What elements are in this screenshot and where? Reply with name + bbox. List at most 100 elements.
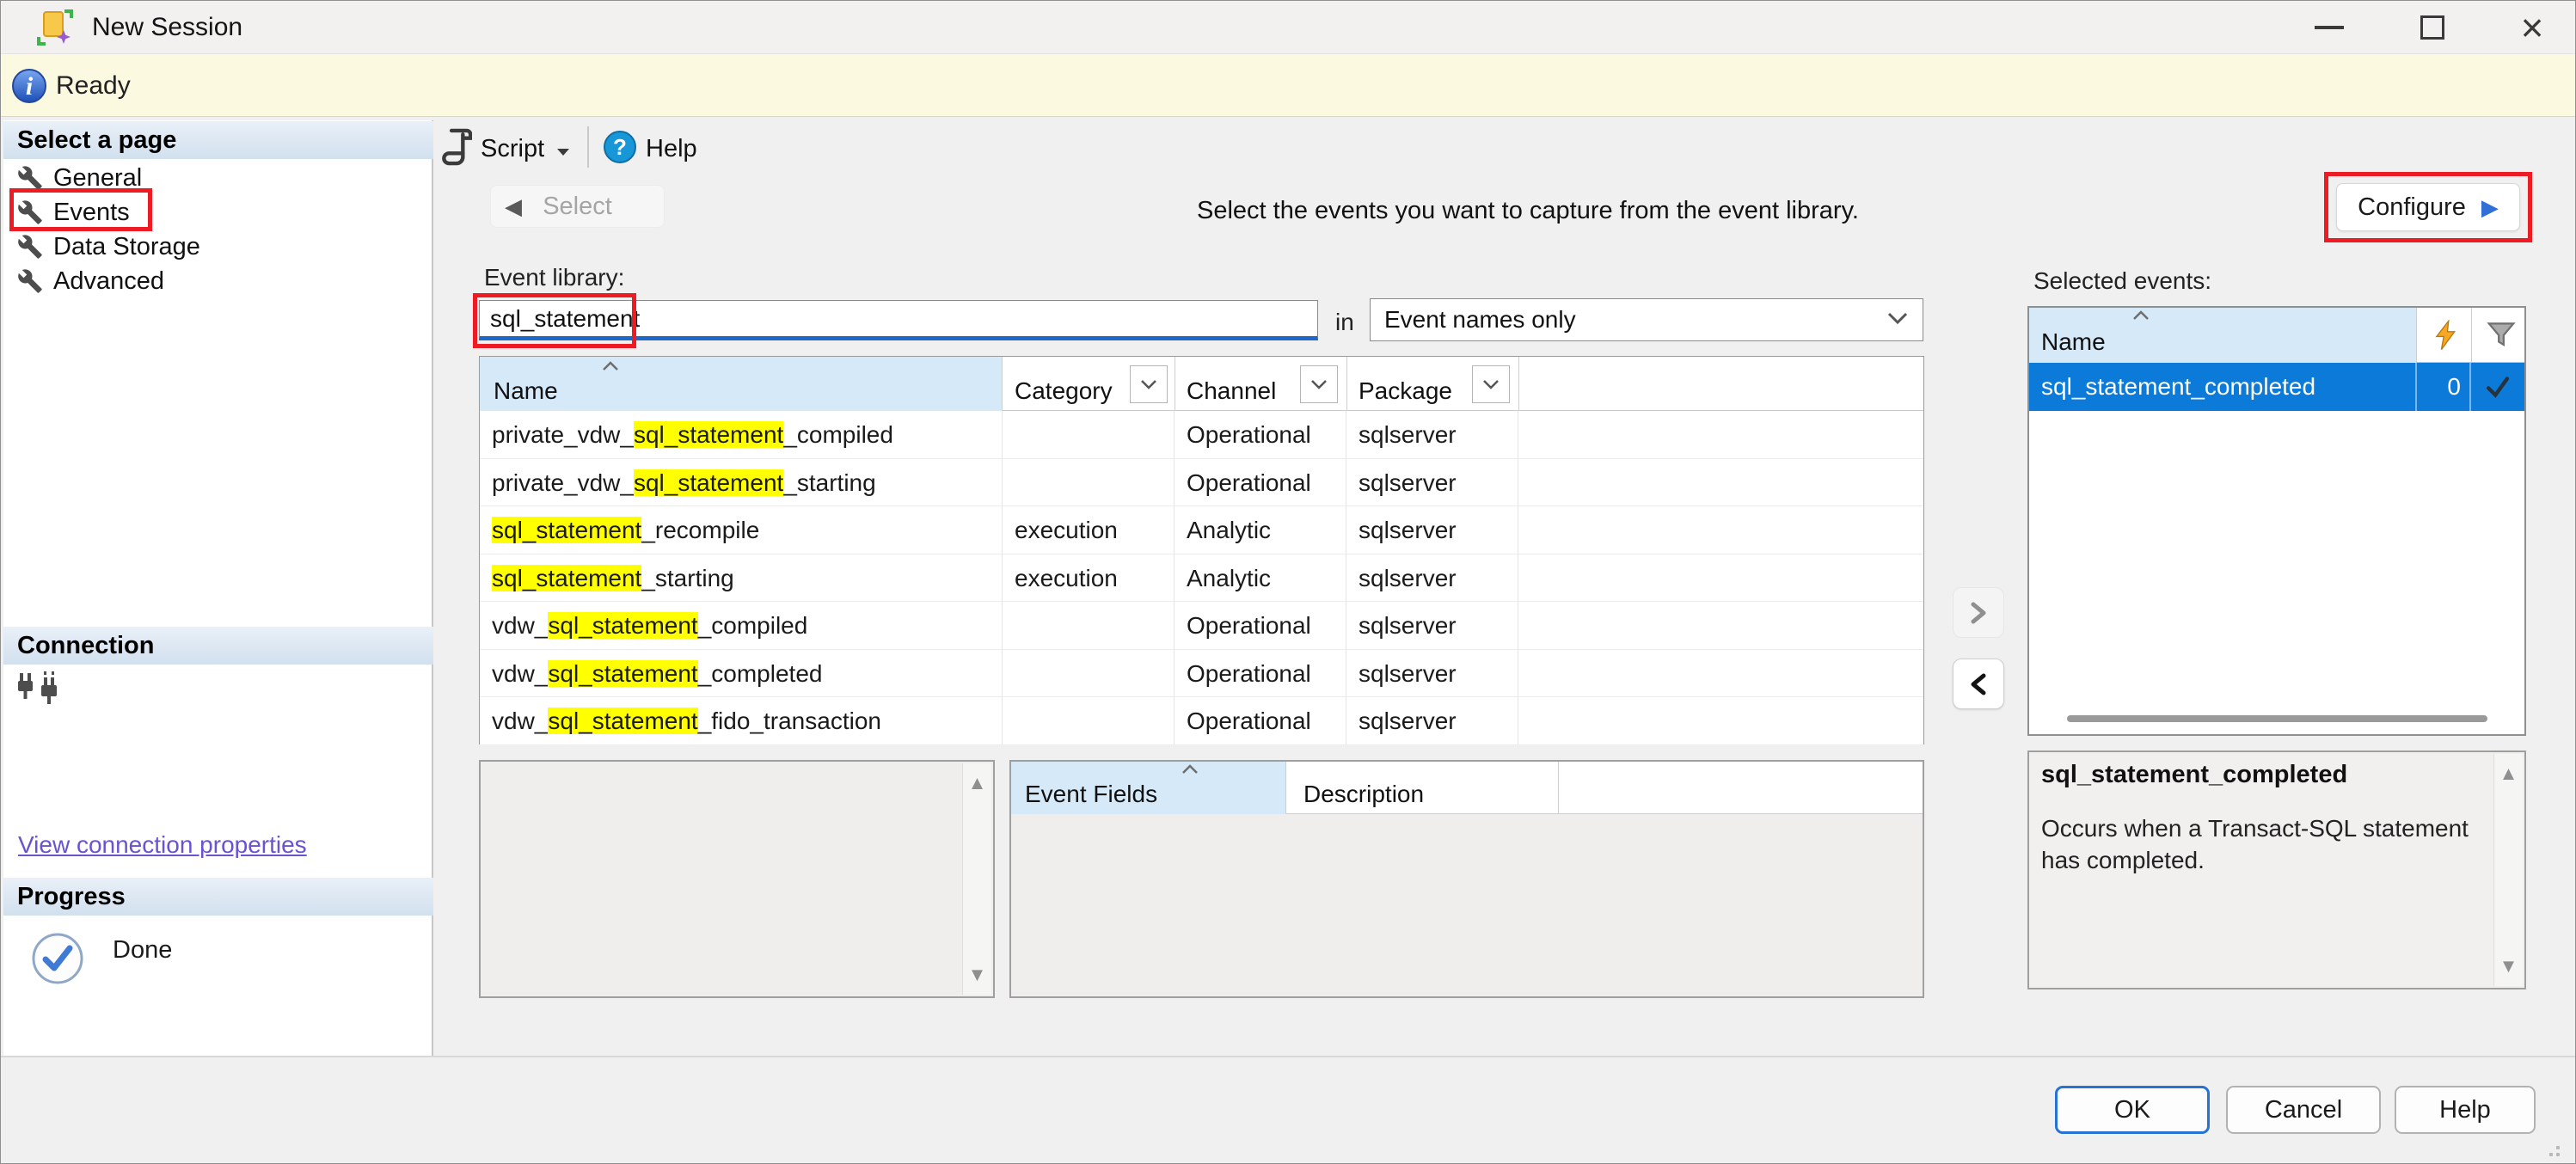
view-connection-properties-link[interactable]: View connection properties xyxy=(18,831,307,859)
search-scope-value: Event names only xyxy=(1371,306,1886,334)
sidebar-item-general[interactable]: General xyxy=(3,161,433,195)
script-dropdown-icon[interactable] xyxy=(555,145,572,162)
event-table-row[interactable]: vdw_sql_statement_completedOperationalsq… xyxy=(480,650,1923,698)
event-package-cell: sqlserver xyxy=(1346,602,1518,649)
vertical-scrollbar[interactable]: ▲ ▼ xyxy=(2493,754,2523,986)
name-header-label: Name xyxy=(494,377,558,405)
sidebar-item-data-storage[interactable]: Data Storage xyxy=(3,230,433,264)
event-name-cell: private_vdw_sql_statement_starting xyxy=(480,459,1003,506)
search-scope-dropdown[interactable]: Event names only xyxy=(1370,298,1923,341)
help-button[interactable]: Help xyxy=(2395,1086,2536,1134)
minimize-button[interactable] xyxy=(2288,1,2371,54)
close-icon: × xyxy=(2521,1,2544,54)
scroll-down-icon[interactable]: ▼ xyxy=(2494,955,2523,977)
event-package-cell: sqlserver xyxy=(1346,506,1518,554)
help-toolbar-button[interactable]: Help xyxy=(646,135,697,163)
event-library-table: Name Category Channel Package private_vd… xyxy=(479,356,1924,744)
sidebar-item-label: Advanced xyxy=(53,267,164,296)
event-row-filler xyxy=(1518,506,1923,554)
chevron-left-icon xyxy=(1967,671,1990,697)
event-table-row[interactable]: private_vdw_sql_statement_compiledOperat… xyxy=(480,411,1923,459)
category-filter-combo[interactable] xyxy=(1130,365,1168,403)
description-label: Description xyxy=(1303,781,1424,808)
footer-divider xyxy=(1,1056,2576,1057)
remove-event-button[interactable] xyxy=(1953,659,2004,709)
event-channel-cell: Operational xyxy=(1175,650,1346,697)
event-package-cell: sqlserver xyxy=(1346,697,1518,744)
event-category-cell xyxy=(1003,697,1175,744)
progress-header: Progress xyxy=(3,878,433,916)
scroll-up-icon[interactable]: ▲ xyxy=(2494,763,2523,785)
sidebar-item-events[interactable]: Events xyxy=(3,195,433,230)
event-category-cell xyxy=(1003,650,1175,697)
event-channel-cell: Operational xyxy=(1175,459,1346,506)
event-fields-panel: Event Fields Description xyxy=(1009,760,1924,998)
help-icon: ? xyxy=(603,130,637,168)
event-table-row[interactable]: vdw_sql_statement_fido_transactionOperat… xyxy=(480,697,1923,745)
add-event-button[interactable] xyxy=(1953,587,2004,638)
info-icon: i xyxy=(11,68,47,108)
event-table-row[interactable]: sql_statement_recompileexecutionAnalytic… xyxy=(480,506,1923,554)
event-row-filler xyxy=(1518,697,1923,744)
event-name-segment: _compiled xyxy=(783,421,893,448)
event-library-search-input[interactable] xyxy=(479,300,1318,340)
channel-filter-combo[interactable] xyxy=(1300,365,1338,403)
svg-text:i: i xyxy=(26,72,34,101)
sidebar-item-advanced[interactable]: Advanced xyxy=(3,264,433,298)
sidebar-item-label: Data Storage xyxy=(53,233,200,261)
scroll-down-icon[interactable]: ▼ xyxy=(963,964,991,986)
check-icon xyxy=(2483,374,2512,400)
package-filter-combo[interactable] xyxy=(1472,365,1510,403)
cancel-button[interactable]: Cancel xyxy=(2226,1086,2381,1134)
event-name-segment: _completed xyxy=(698,660,823,687)
selected-name-label: Name xyxy=(2041,328,2106,356)
event-name-cell: vdw_sql_statement_completed xyxy=(480,650,1003,697)
search-match-highlight: sql_statement xyxy=(492,565,641,591)
package-header-label: Package xyxy=(1359,377,1452,405)
wrench-icon xyxy=(17,268,43,294)
instruction-text: Select the events you want to capture fr… xyxy=(1197,197,1859,225)
ok-button[interactable]: OK xyxy=(2055,1086,2210,1134)
event-channel-cell: Analytic xyxy=(1175,506,1346,554)
column-divider xyxy=(2471,308,2472,363)
event-table-row[interactable]: private_vdw_sql_statement_starting Operat… xyxy=(480,459,1923,507)
event-detail-empty-panel: ▲ ▼ xyxy=(479,760,995,998)
select-back-button[interactable]: ◀ Select xyxy=(490,185,665,228)
event-name-cell: vdw_sql_statement_fido_transaction xyxy=(480,697,1003,744)
selected-events-table: Name sql_statement_completed 0 xyxy=(2027,306,2526,736)
configure-button[interactable]: Configure ▶ xyxy=(2336,183,2520,231)
maximize-button[interactable] xyxy=(2391,1,2474,54)
event-row-filler xyxy=(1518,411,1923,458)
sort-ascending-icon xyxy=(600,360,621,377)
in-label: in xyxy=(1335,309,1354,336)
event-name-segment: vdw_ xyxy=(492,612,548,639)
select-back-label: Select xyxy=(543,193,612,221)
name-column-header[interactable] xyxy=(480,357,1003,411)
close-button[interactable]: × xyxy=(2491,1,2573,54)
event-name-segment: vdw_ xyxy=(492,660,548,687)
chevron-right-icon xyxy=(1967,600,1990,626)
event-name-segment: vdw_ xyxy=(492,708,548,734)
script-button[interactable]: Script xyxy=(481,135,544,163)
event-fields-header: Event Fields Description xyxy=(1011,762,1923,814)
configure-label: Configure xyxy=(2358,193,2466,222)
resize-grip[interactable] xyxy=(2544,1141,2561,1158)
event-row-filler xyxy=(1518,602,1923,649)
scroll-up-icon[interactable]: ▲ xyxy=(963,772,991,794)
vertical-scrollbar[interactable]: ▲ ▼ xyxy=(962,763,991,995)
event-name-segment: _recompile xyxy=(641,517,759,543)
event-table-row[interactable]: vdw_sql_statement_compiledOperationalsql… xyxy=(480,602,1923,650)
sort-ascending-icon xyxy=(2131,309,2151,326)
svg-text:?: ? xyxy=(613,134,627,160)
selected-event-row[interactable]: sql_statement_completed 0 xyxy=(2029,363,2524,411)
event-name-segment: _fido_transaction xyxy=(698,708,881,734)
event-fields-label: Event Fields xyxy=(1025,781,1157,808)
event-table-row[interactable]: sql_statement_startingexecutionAnalytics… xyxy=(480,554,1923,603)
event-category-cell xyxy=(1003,602,1175,649)
event-category-cell xyxy=(1003,459,1175,506)
maximize-icon xyxy=(2420,15,2444,40)
new-session-dialog: New Session × i Ready Select a page Gene… xyxy=(0,0,2576,1164)
horizontal-scrollbar[interactable] xyxy=(2067,715,2487,722)
status-text: Ready xyxy=(56,54,131,117)
search-match-highlight: sql_statement xyxy=(634,469,783,496)
